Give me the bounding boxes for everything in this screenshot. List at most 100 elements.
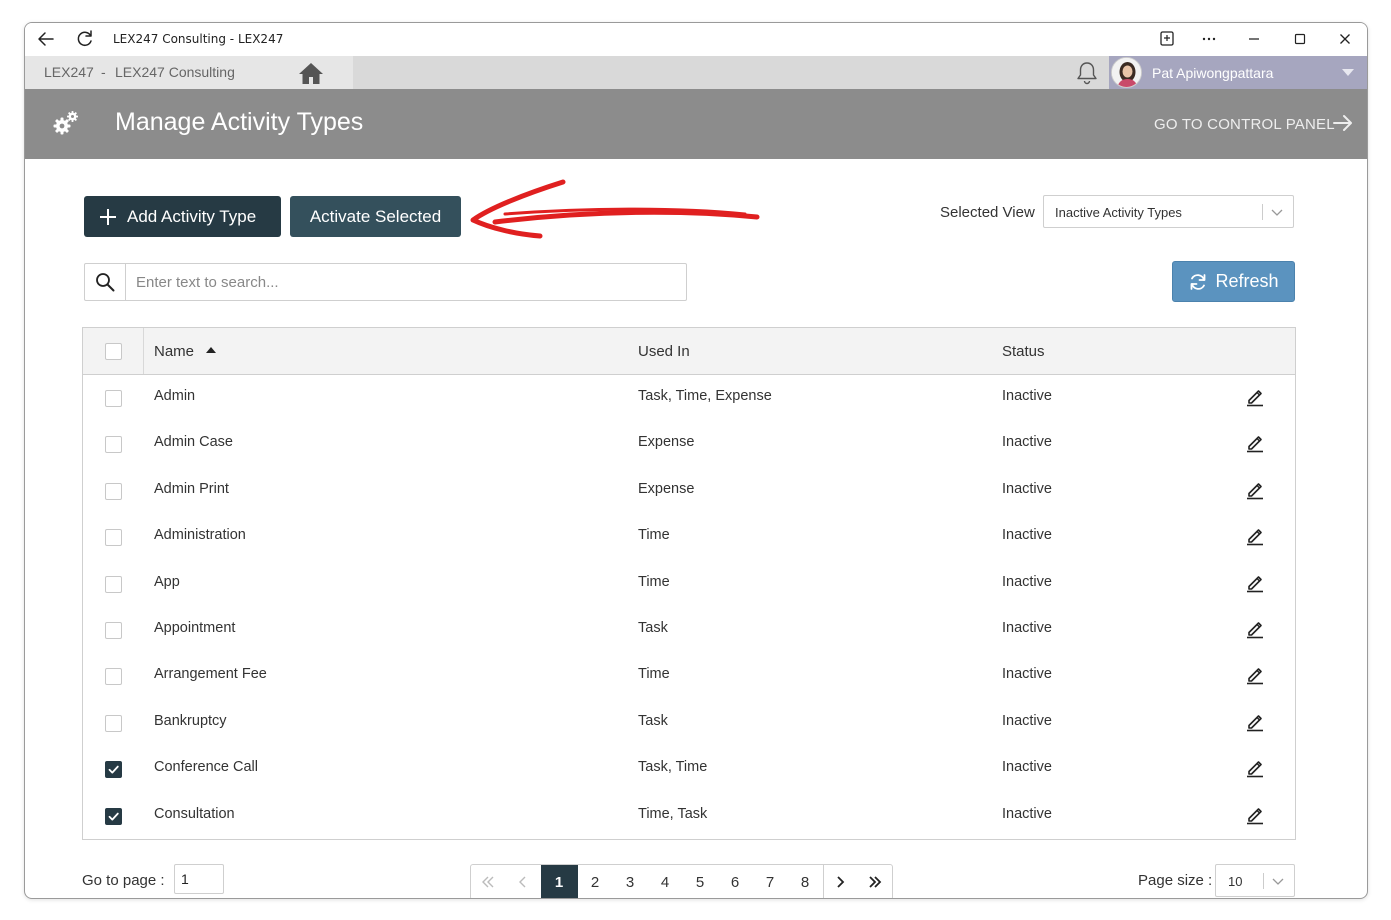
user-name[interactable]: Pat Apiwongpattara — [1152, 65, 1273, 81]
chevron-left-icon — [519, 876, 526, 888]
minimize-icon[interactable] — [1243, 28, 1265, 50]
brand-label: LEX247 — [44, 64, 94, 80]
table-row[interactable]: Admin Case Expense Inactive — [83, 421, 1295, 467]
search-input[interactable] — [127, 264, 685, 300]
row-checkbox[interactable] — [105, 761, 122, 779]
cell-used-in: Time — [638, 573, 670, 590]
chevron-down-icon[interactable] — [1271, 875, 1285, 887]
cell-used-in: Expense — [638, 434, 695, 451]
chevron-down-icon[interactable] — [1342, 69, 1354, 76]
cell-name: Admin Case — [154, 434, 233, 451]
cell-used-in: Task — [638, 619, 668, 636]
cell-name: Administration — [154, 527, 246, 544]
refresh-button[interactable]: Refresh — [1172, 261, 1295, 302]
page-button-8[interactable]: 8 — [788, 865, 823, 898]
selected-view-dropdown[interactable]: Inactive Activity Types — [1043, 195, 1294, 228]
row-checkbox[interactable] — [105, 807, 122, 825]
first-page-button[interactable] — [471, 865, 506, 898]
page-size-dropdown[interactable]: 10 — [1215, 864, 1295, 897]
page-button-5[interactable]: 5 — [683, 865, 718, 898]
edit-icon[interactable] — [1245, 572, 1265, 593]
maximize-icon[interactable] — [1289, 28, 1311, 50]
edit-icon[interactable] — [1245, 757, 1265, 778]
column-header-status[interactable]: Status — [1002, 343, 1045, 360]
row-checkbox[interactable] — [105, 482, 122, 500]
table-row[interactable]: Consultation Time, Task Inactive — [83, 793, 1295, 839]
cast-icon[interactable] — [1156, 28, 1178, 50]
prev-page-button[interactable] — [506, 865, 541, 898]
page-button-6[interactable]: 6 — [718, 865, 753, 898]
close-icon[interactable] — [1334, 28, 1356, 50]
table-row[interactable]: Admin Task, Time, Expense Inactive — [83, 375, 1295, 421]
page-button-4[interactable]: 4 — [648, 865, 683, 898]
edit-icon[interactable] — [1245, 711, 1265, 732]
home-button[interactable] — [273, 56, 353, 89]
row-checkbox[interactable] — [105, 714, 122, 732]
goto-page-input[interactable] — [174, 864, 224, 894]
search-icon-box — [85, 264, 126, 300]
table-row[interactable]: Conference Call Task, Time Inactive — [83, 746, 1295, 792]
control-panel-link[interactable]: GO TO CONTROL PANEL — [1154, 116, 1335, 133]
more-icon[interactable] — [1198, 28, 1220, 50]
cell-status: Inactive — [1002, 805, 1052, 822]
table-row[interactable]: Bankruptcy Task Inactive — [83, 700, 1295, 746]
next-page-button[interactable] — [822, 865, 858, 898]
avatar[interactable] — [1111, 57, 1142, 88]
search-icon — [96, 273, 115, 292]
reload-icon[interactable] — [74, 28, 96, 50]
chevron-down-icon[interactable] — [1270, 206, 1284, 218]
bell-icon[interactable] — [1074, 60, 1100, 86]
page-banner: Manage Activity Types GO TO CONTROL PANE… — [25, 89, 1367, 159]
table-row[interactable]: Appointment Task Inactive — [83, 607, 1295, 653]
edit-icon[interactable] — [1245, 432, 1265, 453]
edit-icon[interactable] — [1245, 386, 1265, 407]
table-row[interactable]: App Time Inactive — [83, 561, 1295, 607]
cell-name: Appointment — [154, 619, 236, 636]
table-row[interactable]: Administration Time Inactive — [83, 514, 1295, 560]
row-checkbox[interactable] — [105, 436, 122, 454]
last-page-button[interactable] — [857, 865, 892, 898]
table-row[interactable]: Admin Print Expense Inactive — [83, 468, 1295, 514]
edit-icon[interactable] — [1245, 664, 1265, 685]
row-checkbox[interactable] — [105, 668, 122, 686]
row-checkbox[interactable] — [105, 575, 122, 593]
table-row[interactable]: Arrangement Fee Time Inactive — [83, 653, 1295, 699]
goto-page-label: Go to page : — [82, 872, 165, 889]
breadcrumb-separator: - — [101, 64, 106, 80]
arrow-right-icon[interactable] — [1331, 112, 1355, 134]
row-checkbox[interactable] — [105, 529, 122, 547]
cell-status: Inactive — [1002, 388, 1052, 404]
double-chevron-right-icon — [868, 876, 881, 888]
activate-selected-button[interactable]: Activate Selected — [290, 196, 461, 237]
cell-used-in: Task, Time, Expense — [638, 388, 772, 404]
search-box — [84, 263, 687, 301]
back-arrow-icon[interactable] — [35, 28, 57, 50]
add-activity-type-button[interactable]: Add Activity Type — [84, 196, 281, 237]
page-button-2[interactable]: 2 — [578, 865, 613, 898]
cell-name: Conference Call — [154, 759, 258, 776]
edit-icon[interactable] — [1245, 804, 1265, 825]
edit-icon[interactable] — [1245, 479, 1265, 500]
cell-used-in: Time, Task — [638, 805, 708, 822]
plus-icon — [100, 208, 116, 225]
page-size-label: Page size : — [1138, 872, 1213, 889]
gears-icon — [53, 111, 78, 135]
page-button-7[interactable]: 7 — [753, 865, 788, 898]
page-button-3[interactable]: 3 — [613, 865, 648, 898]
home-icon[interactable] — [297, 60, 325, 86]
title-bar: LEX247 Consulting - LEX247 — [25, 23, 1367, 56]
cell-name: App — [154, 573, 180, 590]
selected-view-value: Inactive Activity Types — [1055, 205, 1182, 220]
row-checkbox[interactable] — [105, 390, 122, 407]
cell-name: Bankruptcy — [154, 712, 227, 729]
row-checkbox[interactable] — [105, 621, 122, 639]
edit-icon[interactable] — [1245, 525, 1265, 546]
page-button-1[interactable]: 1 — [540, 865, 578, 898]
column-header-name[interactable]: Name — [154, 343, 217, 360]
column-header-used-in[interactable]: Used In — [638, 343, 690, 360]
annotation-arrow-icon — [470, 179, 760, 239]
edit-icon[interactable] — [1245, 618, 1265, 639]
select-all-checkbox[interactable] — [105, 343, 122, 360]
cell-status: Inactive — [1002, 666, 1052, 683]
user-menu[interactable]: Pat Apiwongpattara — [1109, 56, 1367, 89]
